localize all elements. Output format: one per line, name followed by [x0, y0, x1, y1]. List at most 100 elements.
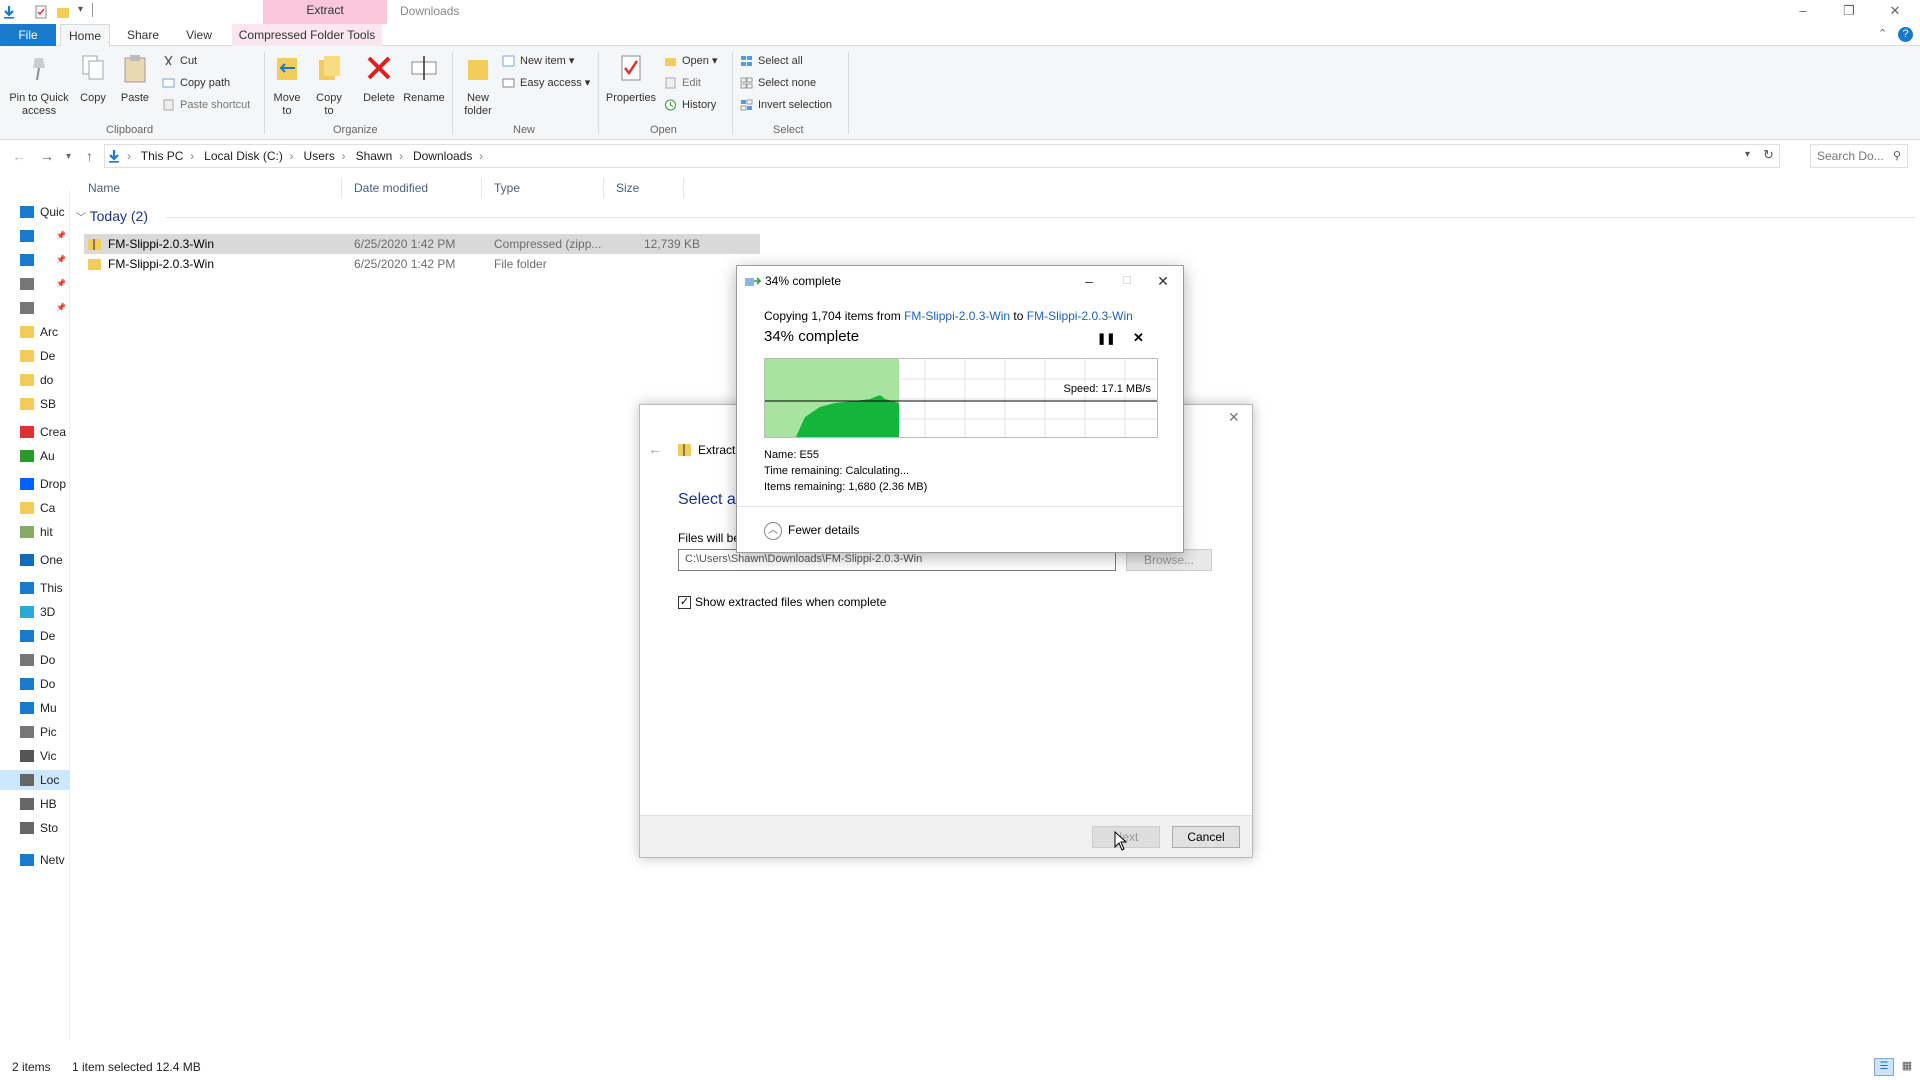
- breadcrumb-users[interactable]: Users: [304, 149, 335, 163]
- collapse-ribbon-icon[interactable]: ⌃: [1878, 27, 1887, 40]
- copy-minimize-button[interactable]: –: [1069, 269, 1109, 293]
- help-icon[interactable]: ?: [1898, 27, 1913, 42]
- up-arrow-icon[interactable]: ↑: [86, 148, 93, 164]
- pause-icon[interactable]: ❚❚: [1097, 332, 1115, 345]
- copy-maximize-button[interactable]: ☐: [1107, 269, 1147, 293]
- select-all-button[interactable]: Select all: [740, 52, 803, 70]
- nav-item[interactable]: Crea: [20, 422, 70, 442]
- nav-item[interactable]: HB: [20, 794, 70, 814]
- nav-item[interactable]: 📌: [20, 274, 70, 294]
- nav-item[interactable]: 📌: [20, 226, 70, 246]
- forward-arrow-icon[interactable]: →: [40, 148, 54, 164]
- breadcrumb-shawn[interactable]: Shawn: [356, 149, 393, 163]
- breadcrumb-this-pc[interactable]: This PC: [141, 149, 184, 163]
- copy-path-button[interactable]: Copy path: [162, 74, 230, 92]
- minimize-button[interactable]: –: [1780, 0, 1826, 22]
- fewer-details-button[interactable]: ︿ Fewer details: [764, 522, 859, 540]
- delete-button[interactable]: Delete: [360, 52, 398, 105]
- customize-qat-icon[interactable]: ▾: [78, 4, 83, 15]
- tab-file[interactable]: File: [0, 24, 56, 46]
- pin-label: Pin to Quick access: [9, 92, 69, 117]
- copy-button[interactable]: Copy: [76, 52, 110, 105]
- file-row[interactable]: FM-Slippi-2.0.3-Win 6/25/2020 1:42 PM Fi…: [84, 254, 760, 274]
- new-item-button[interactable]: New item ▾: [502, 52, 574, 70]
- history-button[interactable]: History: [664, 96, 716, 114]
- cancel-copy-icon[interactable]: ✕: [1133, 330, 1144, 346]
- column-header-name[interactable]: Name: [76, 178, 342, 198]
- address-dropdown-icon[interactable]: ▾: [1745, 149, 1750, 160]
- folder-icon: [20, 326, 34, 338]
- paste-button[interactable]: Paste: [118, 52, 152, 105]
- nav-item[interactable]: SB: [20, 394, 70, 414]
- copy-icon: [82, 55, 104, 80]
- column-header-date[interactable]: Date modified: [342, 178, 482, 198]
- nav-item[interactable]: Au: [20, 446, 70, 466]
- large-icons-view-icon[interactable]: ▦: [1898, 1058, 1916, 1076]
- new-folder-icon[interactable]: [56, 5, 70, 19]
- nav-item[interactable]: Ca: [20, 498, 70, 518]
- move-to-button[interactable]: Move to: [270, 52, 304, 118]
- cut-button[interactable]: Cut: [162, 52, 197, 70]
- breadcrumb-downloads[interactable]: Downloads: [413, 149, 472, 163]
- tab-share[interactable]: Share: [118, 24, 168, 46]
- paste-shortcut-button[interactable]: Paste shortcut: [162, 96, 250, 114]
- select-none-button[interactable]: Select none: [740, 74, 816, 92]
- copy-destination-link[interactable]: FM-Slippi-2.0.3-Win: [1027, 309, 1133, 323]
- back-arrow-icon[interactable]: ←: [12, 148, 26, 164]
- nav-item[interactable]: Do: [20, 674, 70, 694]
- nav-item[interactable]: Arc: [20, 322, 70, 342]
- rename-button[interactable]: Rename: [402, 52, 446, 105]
- search-input[interactable]: Search Do... ⚲: [1810, 144, 1908, 168]
- nav-item[interactable]: 📌: [20, 250, 70, 270]
- ribbon-separator: [598, 52, 599, 134]
- nav-item[interactable]: Quic: [20, 202, 70, 222]
- properties-icon[interactable]: [34, 5, 48, 19]
- tab-view[interactable]: View: [174, 24, 224, 46]
- close-button[interactable]: ✕: [1872, 0, 1918, 22]
- restore-button[interactable]: ❐: [1826, 0, 1872, 22]
- pin-to-quick-access-button[interactable]: Pin to Quick access: [4, 52, 74, 118]
- cancel-button[interactable]: Cancel: [1172, 826, 1240, 848]
- copy-source-link[interactable]: FM-Slippi-2.0.3-Win: [904, 309, 1010, 323]
- copy-close-button[interactable]: ✕: [1143, 269, 1183, 293]
- group-header-today[interactable]: ﹀ Today (2): [76, 208, 148, 224]
- open-button[interactable]: Open ▾: [664, 52, 718, 70]
- nav-item[interactable]: 📌: [20, 298, 70, 318]
- recent-locations-icon[interactable]: ▾: [66, 151, 71, 162]
- wizard-close-icon[interactable]: ✕: [1228, 409, 1240, 426]
- nav-item[interactable]: Vic: [20, 746, 70, 766]
- invert-selection-button[interactable]: Invert selection: [740, 96, 832, 114]
- nav-item[interactable]: Sto: [20, 818, 70, 838]
- nav-item[interactable]: One: [20, 550, 70, 570]
- details-view-icon[interactable]: ☰: [1874, 1058, 1894, 1076]
- nav-item[interactable]: Pic: [20, 722, 70, 742]
- show-files-checkbox[interactable]: ✓: [678, 596, 691, 609]
- address-box[interactable]: › This PC › Local Disk (C:) › Users › Sh…: [104, 144, 1780, 168]
- breadcrumb-separator-icon: ›: [334, 149, 353, 163]
- file-row[interactable]: FM-Slippi-2.0.3-Win 6/25/2020 1:42 PM Co…: [84, 234, 760, 254]
- nav-item[interactable]: Loc: [0, 770, 70, 790]
- breadcrumb-local-disk[interactable]: Local Disk (C:): [204, 149, 283, 163]
- edit-button[interactable]: Edit: [664, 74, 701, 92]
- tab-compressed-folder-tools[interactable]: Compressed Folder Tools: [232, 24, 382, 46]
- refresh-icon[interactable]: ↻: [1763, 147, 1774, 163]
- easy-access-button[interactable]: Easy access ▾: [502, 74, 590, 92]
- column-header-type[interactable]: Type: [482, 178, 604, 198]
- copy-to-button[interactable]: Copy to: [312, 52, 346, 118]
- nav-item[interactable]: De: [20, 346, 70, 366]
- nav-item[interactable]: 3D: [20, 602, 70, 622]
- nav-item[interactable]: Do: [20, 650, 70, 670]
- tab-home[interactable]: Home: [60, 24, 110, 46]
- new-folder-button[interactable]: New folder: [458, 52, 498, 118]
- wizard-back-arrow-icon[interactable]: ←: [648, 441, 662, 457]
- nav-item[interactable]: Netv: [20, 850, 70, 870]
- nav-item[interactable]: do: [20, 370, 70, 390]
- nav-item[interactable]: De: [20, 626, 70, 646]
- nav-item[interactable]: Mu: [20, 698, 70, 718]
- download-arrow-icon[interactable]: [2, 5, 16, 19]
- properties-button[interactable]: Properties: [604, 52, 658, 105]
- nav-item[interactable]: This: [20, 578, 70, 598]
- column-header-size[interactable]: Size: [604, 178, 684, 198]
- nav-item[interactable]: Drop: [20, 474, 70, 494]
- nav-item[interactable]: hit: [20, 522, 70, 542]
